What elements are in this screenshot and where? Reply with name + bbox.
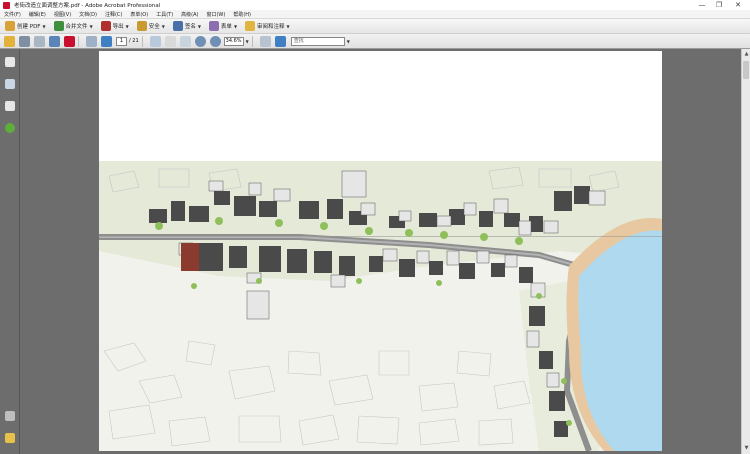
menu-file[interactable]: 文件(F) (0, 11, 25, 18)
page-total: / 21 (129, 38, 139, 44)
export-label: 导出 (112, 24, 124, 30)
menu-window[interactable]: 窗口(W) (202, 11, 229, 18)
chevron-down-icon: ▼ (286, 23, 290, 29)
menu-bar: 文件(F) 编辑(E) 视图(V) 文档(D) 注释(C) 表单(O) 工具(T… (0, 10, 750, 19)
export-button[interactable]: 导出 ▼ (98, 20, 132, 32)
zoom-level-input[interactable]: 34.6% (223, 36, 244, 46)
acrobat-tool-icon[interactable] (64, 35, 75, 47)
save-icon[interactable] (34, 35, 45, 47)
chevron-down-icon: ▼ (125, 23, 129, 29)
combine-files-label: 合并文件 (65, 24, 88, 30)
open-folder-icon[interactable] (4, 35, 15, 47)
scroll-up-icon[interactable]: ▲ (743, 51, 750, 58)
form-icon (208, 21, 219, 31)
sign-button[interactable]: 签名 ▼ (170, 20, 204, 32)
create-pdf-button[interactable]: 创建 PDF ▼ (2, 20, 49, 32)
menu-document[interactable]: 文档(D) (75, 11, 101, 18)
zoom-in-icon[interactable] (209, 35, 221, 47)
forms-button[interactable]: 表单 ▼ (206, 20, 240, 32)
hand-tool-icon[interactable] (164, 35, 176, 47)
next-page-icon[interactable] (101, 35, 112, 47)
chevron-down-icon: ▼ (89, 23, 93, 29)
attachments-icon[interactable] (5, 411, 15, 421)
menu-view[interactable]: 视图(V) (50, 11, 75, 18)
combine-files-button[interactable]: 合并文件 ▼ (51, 20, 96, 32)
signatures-icon[interactable] (5, 101, 15, 111)
combine-files-icon (53, 21, 64, 31)
toolbar-separator (141, 35, 143, 47)
marquee-zoom-icon[interactable] (179, 35, 191, 47)
acrobat-icon (3, 1, 10, 9)
sign-label: 签名 (184, 24, 196, 30)
pages-icon[interactable] (5, 57, 15, 67)
fit-width-icon[interactable] (274, 35, 286, 47)
previous-page-icon[interactable] (86, 35, 97, 47)
title-bar: 老街改造立面调整方案.pdf - Adobe Acrobat Professio… (0, 0, 750, 10)
chevron-down-icon: ▼ (233, 23, 238, 29)
window-title: 老街改造立面调整方案.pdf - Adobe Acrobat Professio… (14, 3, 161, 9)
menu-edit[interactable]: 编辑(E) (25, 11, 50, 18)
help-icon[interactable] (5, 123, 15, 133)
navigation-panel (0, 49, 20, 454)
scroll-down-icon[interactable]: ▼ (743, 445, 750, 452)
comment-icon (245, 21, 256, 31)
site-plan-drawing (99, 51, 662, 453)
export-icon (100, 21, 111, 31)
lock-icon (136, 21, 147, 31)
comments-icon[interactable] (5, 433, 15, 443)
menu-advanced[interactable]: 高级(A) (177, 11, 202, 18)
pdf-page (99, 51, 662, 453)
close-button[interactable]: ✕ (726, 0, 750, 10)
email-icon[interactable] (49, 35, 60, 47)
chevron-down-icon: ▼ (161, 23, 165, 29)
review-comment-button[interactable]: 审阅和注释 ▼ (242, 20, 293, 32)
create-pdf-label: 创建 PDF (17, 24, 41, 30)
chevron-down-icon: ▼ (197, 23, 201, 29)
menu-help[interactable]: 帮助(H) (229, 11, 255, 18)
toolbar-separator (78, 35, 79, 47)
vertical-scrollbar[interactable]: ▲ ▼ (741, 49, 750, 454)
menu-tools[interactable]: 工具(T) (152, 11, 177, 18)
pen-icon (172, 21, 183, 31)
select-tool-icon[interactable] (149, 35, 161, 47)
chevron-down-icon[interactable]: ▼ (347, 39, 350, 44)
secure-button[interactable]: 安全 ▼ (134, 20, 168, 32)
chevron-down-icon[interactable]: ▼ (246, 39, 249, 44)
print-icon[interactable] (19, 35, 30, 47)
create-pdf-icon (5, 21, 15, 31)
find-input[interactable]: 查找 (290, 36, 345, 46)
toolbar-separator (251, 35, 253, 47)
chevron-down-icon: ▼ (42, 23, 46, 29)
forms-label: 表单 (220, 24, 232, 30)
menu-comments[interactable]: 注释(C) (101, 11, 126, 18)
menu-forms[interactable]: 表单(O) (126, 11, 152, 18)
fit-page-icon[interactable] (259, 35, 271, 47)
task-toolbar: 创建 PDF ▼ 合并文件 ▼ 导出 ▼ 安全 ▼ 签名 ▼ 表单 ▼ 审阅和注释 ▼ (0, 19, 750, 34)
review-comment-label: 审阅和注释 (257, 24, 285, 30)
bookmarks-icon[interactable] (5, 79, 15, 89)
document-area (20, 49, 741, 454)
navigation-toolbar: 1 / 21 34.6% ▼ 查找 ▼ (0, 34, 750, 49)
scrollbar-thumb[interactable] (743, 61, 749, 79)
secure-label: 安全 (148, 24, 160, 30)
zoom-out-icon[interactable] (194, 35, 206, 47)
page-number-input[interactable]: 1 (116, 36, 127, 46)
